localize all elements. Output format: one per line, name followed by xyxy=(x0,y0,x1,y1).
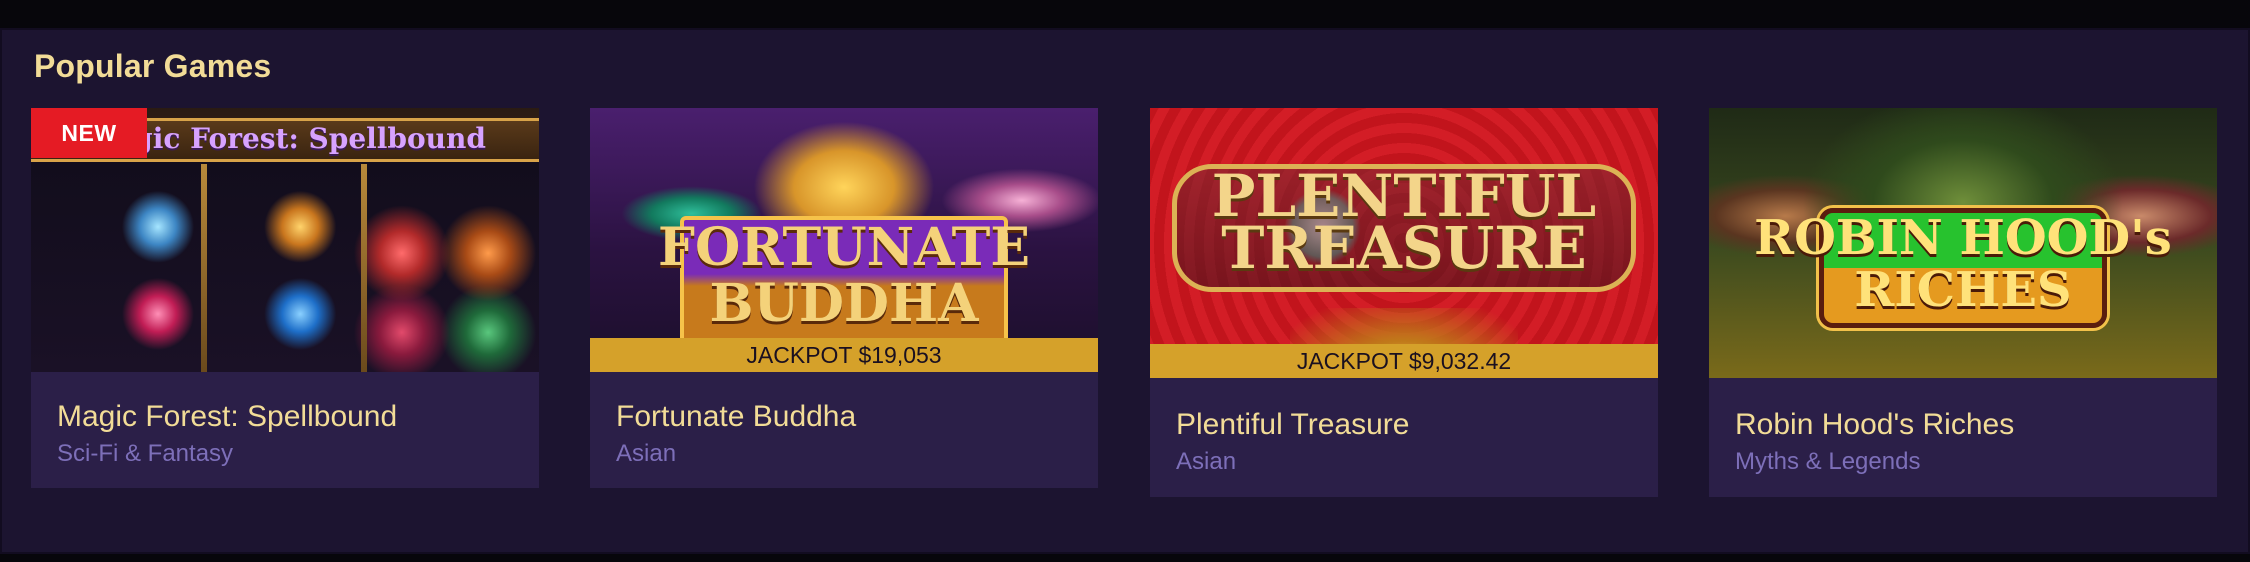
reel-divider xyxy=(201,164,207,372)
game-card-fortunate-buddha[interactable]: FORTUNATE BUDDHA JACKPOT $19,053 Fortuna… xyxy=(590,108,1098,488)
game-category: Asian xyxy=(1176,448,1237,475)
game-title[interactable]: Fortunate Buddha xyxy=(616,400,856,434)
section-title: Popular Games xyxy=(34,48,272,84)
artwork-logo-text: PLENTIFUL TREASURE xyxy=(1211,162,1597,282)
game-artwork-image: FORTUNATE BUDDHA xyxy=(590,108,1098,372)
game-thumbnail[interactable]: FORTUNATE BUDDHA JACKPOT $19,053 xyxy=(590,108,1098,372)
game-title[interactable]: Magic Forest: Spellbound xyxy=(57,400,397,434)
game-thumbnail[interactable]: Magic Forest: Spellbound NEW xyxy=(31,108,539,372)
artwork-logo-text: FORTUNATE BUDDHA xyxy=(658,217,1030,334)
jackpot-banner: JACKPOT $19,053 xyxy=(590,338,1098,372)
game-thumbnail[interactable]: ROBIN HOOD's RICHES xyxy=(1709,108,2217,378)
game-card-robin-hoods-riches[interactable]: ROBIN HOOD's RICHES Robin Hood's Riches … xyxy=(1709,108,2217,497)
game-title[interactable]: Plentiful Treasure xyxy=(1176,408,1409,442)
reel-divider xyxy=(361,164,367,372)
game-card-plentiful-treasure[interactable]: PLENTIFUL TREASURE JACKPOT $9,032.42 Ple… xyxy=(1150,108,1658,497)
jackpot-banner: JACKPOT $9,032.42 xyxy=(1150,344,1658,378)
artwork-logo-text: ROBIN HOOD's RICHES xyxy=(1754,210,2172,318)
new-badge: NEW xyxy=(31,108,147,158)
game-artwork-image: PLENTIFUL TREASURE xyxy=(1150,108,1658,378)
game-category: Asian xyxy=(616,440,677,467)
game-category: Myths & Legends xyxy=(1735,448,1921,475)
game-title[interactable]: Robin Hood's Riches xyxy=(1735,408,2014,442)
game-card-magic-forest[interactable]: Magic Forest: Spellbound NEW Magic Fores… xyxy=(31,108,539,488)
popular-games-section: Popular Games Magic Forest: Spellbound N… xyxy=(0,28,2250,554)
game-thumbnail[interactable]: PLENTIFUL TREASURE JACKPOT $9,032.42 xyxy=(1150,108,1658,378)
game-category: Sci-Fi & Fantasy xyxy=(57,440,234,467)
game-artwork-image: ROBIN HOOD's RICHES xyxy=(1709,108,2217,378)
